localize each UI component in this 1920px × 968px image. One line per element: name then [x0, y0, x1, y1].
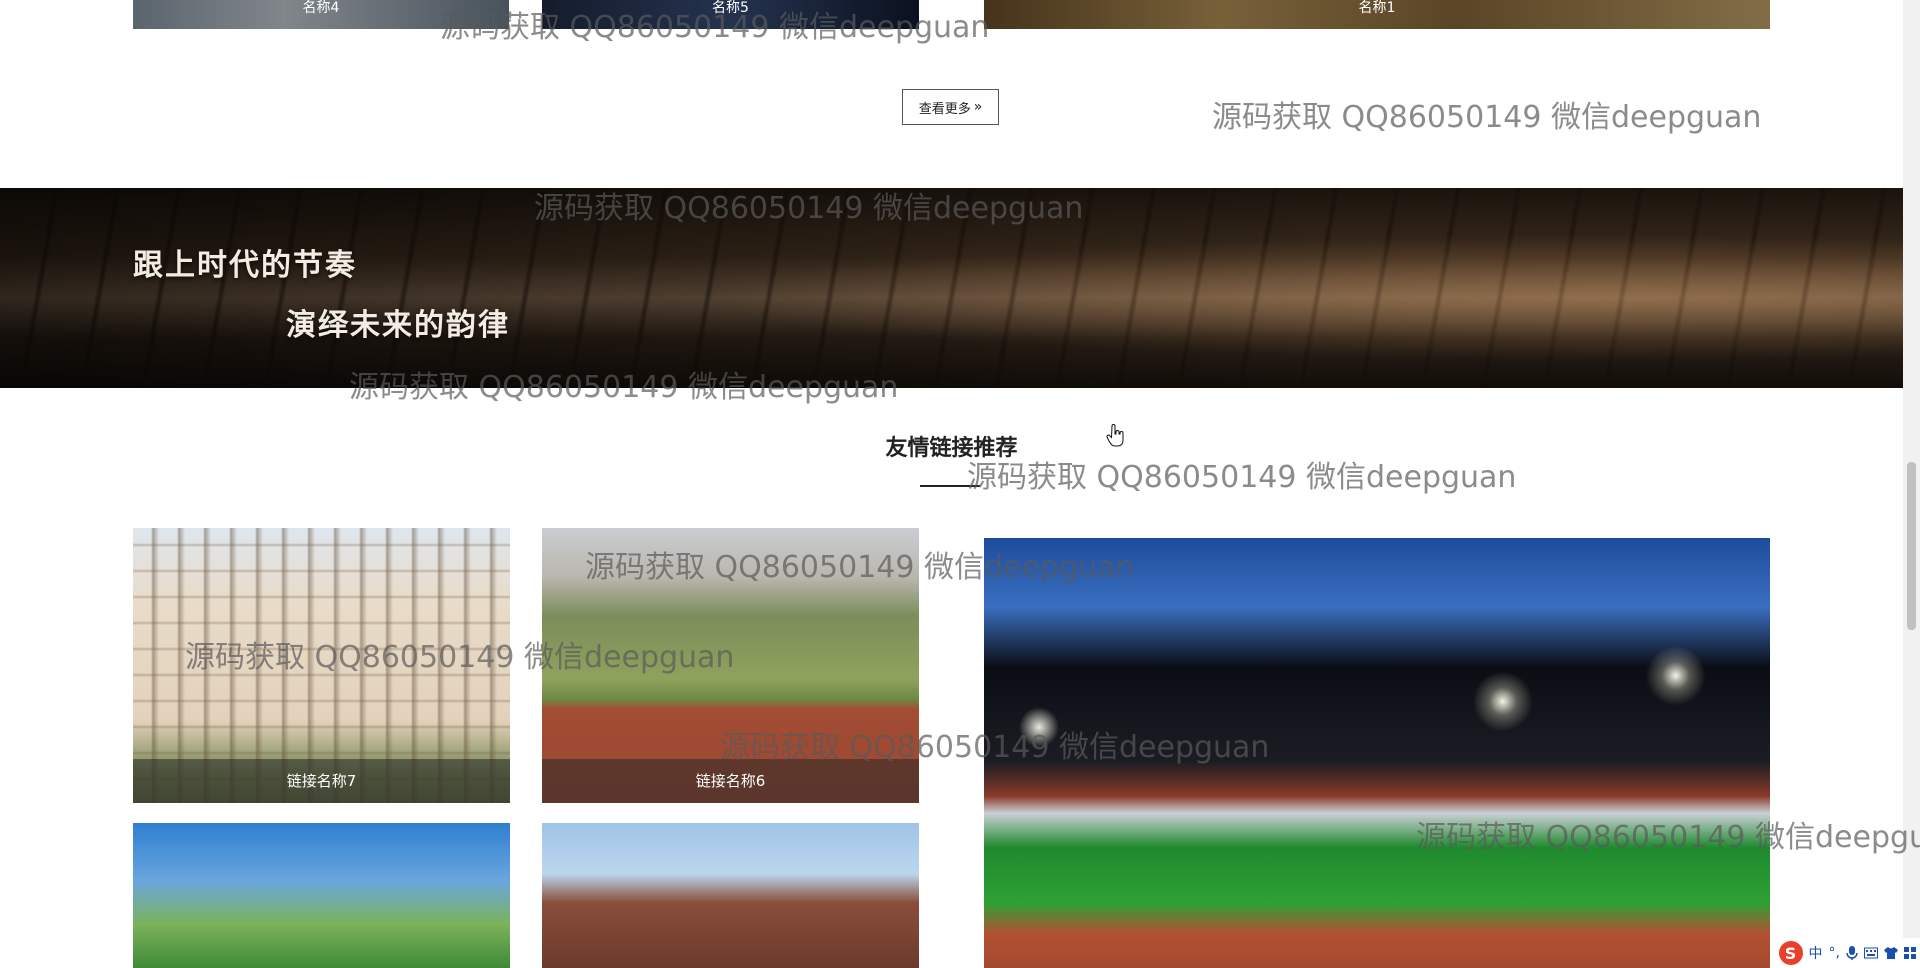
banner-slogan-line1: 跟上时代的节奏 — [133, 248, 357, 283]
product-card-caption: 名称5 — [542, 0, 919, 29]
section-title-underline — [920, 485, 980, 487]
link-card[interactable]: 链接名称6 — [542, 528, 919, 803]
ime-punctuation-toggle[interactable]: °, — [1829, 945, 1840, 961]
product-card-caption: 名称1 — [984, 0, 1770, 29]
view-more-button[interactable]: 查看更多 » — [902, 89, 999, 125]
product-card[interactable]: 名称5 — [542, 0, 919, 29]
watermark: 源码获取 QQ86050149 微信deepguan — [1212, 100, 1762, 135]
page: 名称4 名称5 名称1 查看更多 » 跟上时代的节奏 演绎未来的韵律 友情链接推… — [0, 0, 1920, 968]
scrollbar-thumb[interactable] — [1907, 462, 1916, 630]
shirt-icon[interactable] — [1884, 947, 1898, 959]
link-card[interactable]: 链接名称7 — [133, 528, 510, 803]
microphone-icon[interactable] — [1846, 946, 1858, 960]
product-card[interactable]: 名称4 — [133, 0, 509, 29]
product-card-strip: 名称4 名称5 名称1 — [0, 0, 1920, 30]
sogou-logo-icon[interactable]: S — [1778, 941, 1803, 965]
ime-mode-toggle[interactable]: 中 — [1809, 943, 1823, 963]
link-card-caption: 链接名称6 — [542, 759, 919, 803]
grid-icon[interactable] — [1904, 947, 1916, 959]
featured-link-image[interactable] — [984, 538, 1770, 968]
section-title: 友情链接推荐 — [885, 436, 1018, 461]
keyboard-icon[interactable] — [1864, 947, 1878, 959]
view-more-label: 查看更多 — [918, 101, 971, 117]
product-card[interactable]: 名称1 — [984, 0, 1770, 29]
product-card-caption: 名称4 — [133, 0, 509, 29]
link-card[interactable] — [542, 823, 919, 968]
vertical-scrollbar[interactable] — [1903, 0, 1920, 968]
link-card[interactable] — [133, 823, 510, 968]
ime-toolbar: S 中 °, — [1774, 938, 1920, 968]
banner-slogan-line2: 演绎未来的韵律 — [286, 308, 510, 343]
link-card-caption: 链接名称7 — [133, 759, 510, 803]
hand-cursor-icon — [1106, 424, 1124, 447]
slogan-banner: 跟上时代的节奏 演绎未来的韵律 — [0, 188, 1903, 388]
double-chevron-right-icon: » — [973, 99, 983, 115]
